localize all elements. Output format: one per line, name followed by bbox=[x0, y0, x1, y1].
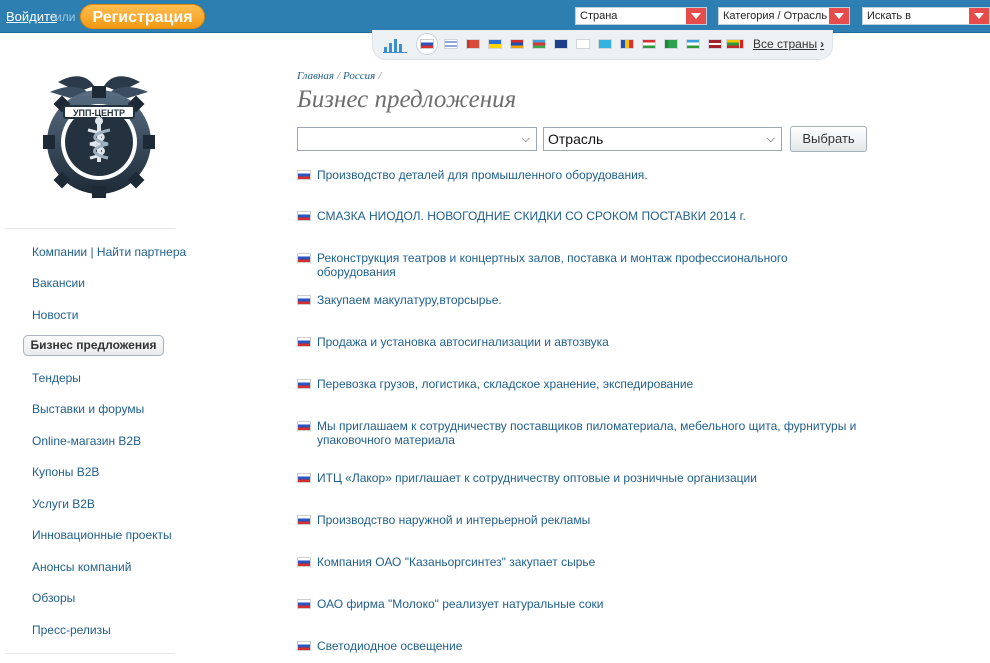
breadcrumb-home[interactable]: Главная bbox=[297, 70, 334, 82]
flag-ukraine-icon[interactable] bbox=[488, 39, 502, 49]
flag-georgia-icon[interactable] bbox=[576, 39, 590, 49]
flag-russia-icon bbox=[297, 641, 311, 651]
sidebar-item-press-releases[interactable]: Пресс-релизы bbox=[32, 623, 111, 637]
top-bar: Войдите или Регистрация Страна Категория… bbox=[0, 0, 990, 33]
chevron-right-icon: › bbox=[820, 37, 825, 51]
page-title: Бизнес предложения bbox=[297, 86, 517, 113]
tpp-center-logo[interactable]: УПП-ЦЕНТР bbox=[28, 70, 170, 200]
list-item: Мы приглашаем к сотрудничеству поставщик… bbox=[297, 419, 857, 447]
flag-russia-icon bbox=[297, 337, 311, 347]
sidebar-item-coupons[interactable]: Купоны B2B bbox=[32, 465, 99, 479]
list-item: Продажа и установка автосигнализации и а… bbox=[297, 335, 857, 349]
offer-link[interactable]: Реконструкция театров и концертных залов… bbox=[317, 251, 857, 279]
country-select-label: Страна bbox=[580, 10, 618, 22]
list-item: Закупаем макулатуру,вторсырье. bbox=[297, 293, 857, 307]
flag-armenia-icon[interactable] bbox=[510, 39, 524, 49]
category-select-label: Категория / Отрасль bbox=[723, 10, 828, 22]
flag-kazakhstan-icon[interactable] bbox=[598, 39, 612, 49]
chevron-down-icon bbox=[829, 8, 849, 24]
login-link[interactable]: Войдите bbox=[6, 9, 57, 24]
breadcrumb-russia[interactable]: Россия bbox=[343, 70, 375, 82]
sidebar-item-business-offers[interactable]: Бизнес предложения bbox=[23, 335, 164, 356]
offer-link[interactable]: Закупаем макулатуру,вторсырье. bbox=[317, 293, 857, 307]
flag-russia-icon bbox=[297, 473, 311, 483]
stats-chart-icon[interactable] bbox=[383, 37, 407, 53]
sidebar-item-vacancies[interactable]: Вакансии bbox=[32, 276, 85, 290]
chevron-down-icon bbox=[969, 8, 989, 24]
flag-israel-icon[interactable] bbox=[444, 39, 458, 49]
sidebar-divider bbox=[5, 228, 175, 229]
choose-button[interactable]: Выбрать bbox=[790, 126, 867, 152]
sidebar-item-tenders[interactable]: Тендеры bbox=[32, 371, 81, 385]
sidebar-item-reviews[interactable]: Обзоры bbox=[32, 591, 75, 605]
flag-tajikistan-icon[interactable] bbox=[642, 39, 656, 49]
sidebar-item-online-shop[interactable]: Online-магазин B2B bbox=[32, 434, 141, 448]
offer-link[interactable]: Производство деталей для промышленного о… bbox=[317, 168, 857, 182]
sidebar-item-announcements[interactable]: Анонсы компаний bbox=[32, 560, 131, 574]
sidebar-divider bbox=[5, 653, 175, 654]
all-countries-link[interactable]: Все страны › bbox=[753, 37, 824, 51]
flag-turkmenistan-icon[interactable] bbox=[664, 39, 678, 49]
offer-link[interactable]: Компания ОАО "Казаньоргсинтез" закупает … bbox=[317, 555, 857, 569]
list-item: Производство деталей для промышленного о… bbox=[297, 168, 857, 182]
breadcrumb: Главная / Россия / bbox=[297, 70, 384, 82]
offer-link[interactable]: Перевозка грузов, логистика, складское х… bbox=[317, 377, 857, 391]
all-countries-label: Все страны bbox=[753, 37, 818, 51]
chevron-down-icon: ⌵ bbox=[766, 133, 775, 145]
sidebar-item-news[interactable]: Новости bbox=[32, 308, 78, 322]
or-text: или bbox=[55, 10, 76, 24]
offer-link[interactable]: Производство наружной и интерьерной рекл… bbox=[317, 513, 857, 527]
offer-link[interactable]: ИТЦ «Лакор» приглашает к сотрудничеству … bbox=[317, 471, 857, 485]
offer-link[interactable]: СМАЗКА НИОДОЛ. НОВОГОДНИЕ СКИДКИ СО СРОК… bbox=[317, 209, 857, 223]
active-flag-wrapper[interactable] bbox=[416, 33, 438, 55]
list-item: ИТЦ «Лакор» приглашает к сотрудничеству … bbox=[297, 471, 857, 485]
flag-russia-icon bbox=[297, 557, 311, 567]
flag-lithuania-icon[interactable] bbox=[726, 39, 740, 49]
list-item: Компания ОАО "Казаньоргсинтез" закупает … bbox=[297, 555, 857, 569]
flag-russia-icon bbox=[297, 421, 311, 431]
offer-link[interactable]: Мы приглашаем к сотрудничеству поставщик… bbox=[317, 419, 857, 447]
offer-link[interactable]: ОАО фирма "Молоко" реализует натуральные… bbox=[317, 597, 857, 611]
register-button[interactable]: Регистрация bbox=[80, 4, 205, 29]
flag-uk-icon[interactable] bbox=[554, 39, 568, 49]
svg-text:УПП-ЦЕНТР: УПП-ЦЕНТР bbox=[73, 108, 125, 118]
list-item: Светодиодное освещение bbox=[297, 639, 857, 653]
list-item: СМАЗКА НИОДОЛ. НОВОГОДНИЕ СКИДКИ СО СРОК… bbox=[297, 209, 857, 223]
search-in-select-label: Искать в bbox=[867, 10, 912, 22]
industry-select[interactable]: Отрасль ⌵ bbox=[543, 127, 782, 151]
flag-latvia-icon[interactable] bbox=[708, 39, 722, 49]
breadcrumb-separator: / bbox=[336, 70, 341, 82]
flag-russia-icon bbox=[297, 515, 311, 525]
region-select[interactable]: ⌵ bbox=[297, 127, 537, 151]
sidebar-item-exhibitions[interactable]: Выставки и форумы bbox=[32, 402, 144, 416]
offer-link[interactable]: Светодиодное освещение bbox=[317, 639, 857, 653]
country-select[interactable]: Страна bbox=[575, 7, 707, 25]
breadcrumb-separator: / bbox=[378, 70, 382, 82]
flag-azerbaijan-icon[interactable] bbox=[532, 39, 546, 49]
industry-select-value: Отрасль bbox=[548, 131, 604, 147]
flag-russia-icon bbox=[420, 39, 434, 49]
list-item: Перевозка грузов, логистика, складское х… bbox=[297, 377, 857, 391]
category-select[interactable]: Категория / Отрасль bbox=[718, 7, 850, 25]
flag-russia-icon bbox=[297, 211, 311, 221]
sidebar-item-services[interactable]: Услуги B2B bbox=[32, 497, 95, 511]
offer-link[interactable]: Продажа и установка автосигнализации и а… bbox=[317, 335, 857, 349]
list-item: Производство наружной и интерьерной рекл… bbox=[297, 513, 857, 527]
chevron-down-icon: ⌵ bbox=[521, 133, 530, 145]
flag-moldova-icon[interactable] bbox=[620, 39, 634, 49]
flag-russia-icon bbox=[297, 253, 311, 263]
sidebar-item-innovation[interactable]: Инновационные проекты bbox=[32, 528, 172, 542]
flag-russia-icon bbox=[297, 170, 311, 180]
country-flag-bar: Все страны › bbox=[372, 30, 833, 60]
list-item: Реконструкция театров и концертных залов… bbox=[297, 251, 857, 279]
list-item: ОАО фирма "Молоко" реализует натуральные… bbox=[297, 597, 857, 611]
flag-belarus-icon[interactable] bbox=[466, 39, 480, 49]
flag-russia-icon bbox=[297, 599, 311, 609]
search-in-select[interactable]: Искать в bbox=[862, 7, 990, 25]
flag-russia-icon bbox=[297, 379, 311, 389]
sidebar-item-companies[interactable]: Компании | Найти партнера bbox=[32, 245, 186, 259]
flag-russia-icon bbox=[297, 295, 311, 305]
flag-uzbekistan-icon[interactable] bbox=[686, 39, 700, 49]
chevron-down-icon bbox=[686, 8, 706, 24]
